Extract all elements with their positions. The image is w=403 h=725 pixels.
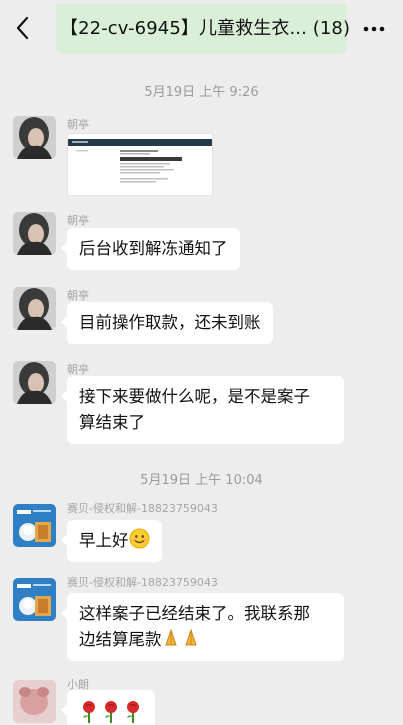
message-bubble[interactable]: 后台收到解冻通知了: [61, 228, 240, 270]
message-bubble[interactable]: 目前操作取款，还未到账: [61, 302, 273, 344]
screenshot-thumbnail[interactable]: [67, 133, 213, 196]
message-text-line: 算结束了: [79, 413, 145, 432]
sender-name: 朝亭: [67, 118, 89, 131]
rose-icon: [83, 701, 139, 723]
message-text: 早上好: [79, 531, 129, 550]
message-bubble[interactable]: [61, 690, 155, 725]
avatar[interactable]: [13, 116, 56, 159]
smiling-face-icon: [129, 528, 149, 549]
avatar[interactable]: [13, 287, 56, 330]
avatar[interactable]: [13, 578, 56, 621]
chat-header: 【22-cv-6945】儿童救生衣... (18): [0, 0, 403, 58]
message-bubble[interactable]: 这样案子已经结束了。我联系那 边结算尾款: [61, 593, 344, 661]
message-text: 边结算尾款: [79, 630, 162, 649]
avatar[interactable]: [13, 212, 56, 255]
chevron-left-icon[interactable]: [10, 12, 36, 44]
praying-hands-icon: [164, 628, 197, 646]
message-text: 后台收到解冻通知了: [79, 239, 228, 258]
message-text-line: 这样案子已经结束了。我联系那: [79, 604, 310, 623]
sender-name: 赛贝-侵权和解-18823759043: [67, 576, 218, 589]
avatar[interactable]: [13, 504, 56, 547]
more-dots-icon[interactable]: [362, 14, 386, 44]
timestamp: 5月19日 上午 10:04: [140, 473, 263, 488]
avatar[interactable]: [13, 361, 56, 404]
message-text-line: 接下来要做什么呢，是不是案子: [79, 387, 310, 406]
sender-name: 朝亭: [67, 289, 89, 302]
avatar[interactable]: [13, 680, 56, 723]
sender-name: 朝亭: [67, 214, 89, 227]
sender-name: 朝亭: [67, 363, 89, 376]
message-text-line: 边结算尾款: [79, 627, 332, 653]
sender-name: 赛贝-侵权和解-18823759043: [67, 502, 218, 515]
timestamp: 5月19日 上午 9:26: [144, 85, 259, 100]
message-bubble[interactable]: 接下来要做什么呢，是不是案子 算结束了: [61, 376, 344, 444]
message-text: 目前操作取款，还未到账: [79, 313, 261, 332]
chat-title[interactable]: 【22-cv-6945】儿童救生衣... (18): [60, 14, 350, 40]
message-bubble[interactable]: 早上好: [61, 520, 162, 562]
